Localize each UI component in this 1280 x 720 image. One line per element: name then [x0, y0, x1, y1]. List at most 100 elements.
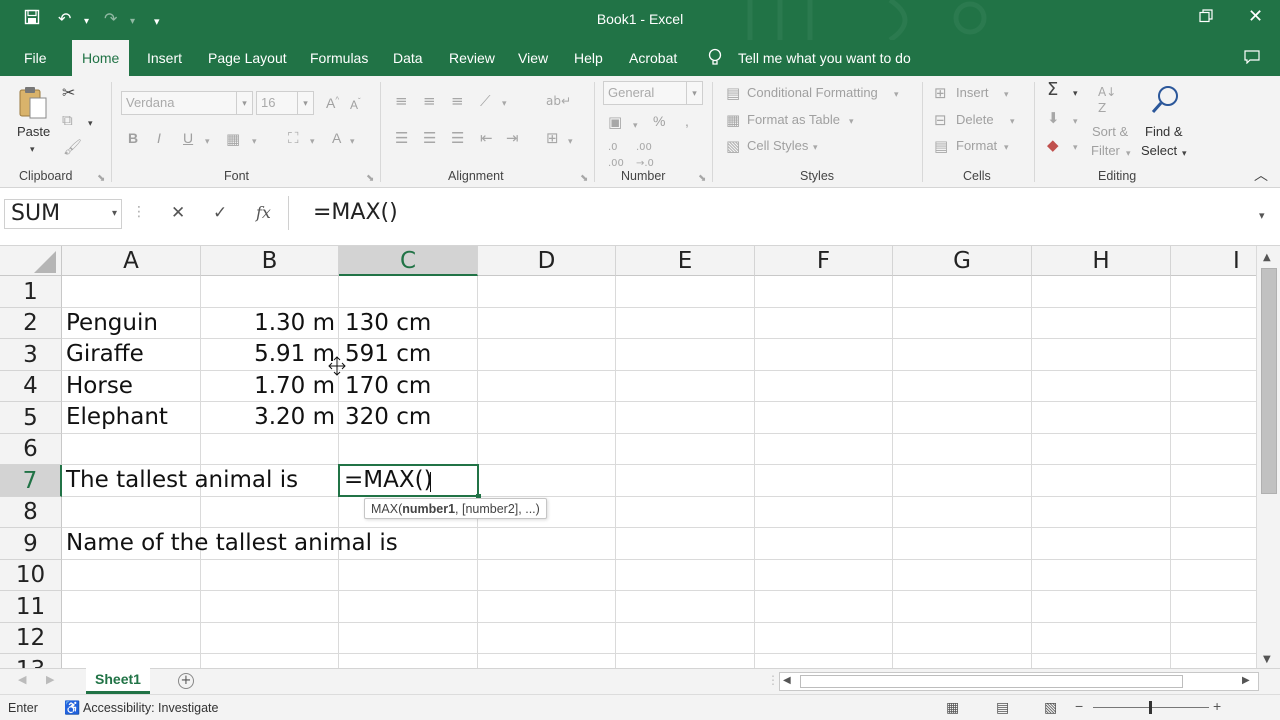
paste-dropdown-icon[interactable]: ▾ [30, 142, 35, 158]
italic-button[interactable]: I [157, 130, 161, 146]
underline-button[interactable]: U [183, 130, 193, 146]
comma-style-icon[interactable]: , [685, 113, 689, 129]
decrease-font-icon[interactable]: Aˇ [350, 97, 361, 112]
accessibility-status[interactable]: Accessibility: Investigate [83, 701, 218, 715]
expand-formula-icon[interactable]: ▾ [1259, 209, 1265, 222]
cell-b5[interactable]: 3.20 m [201, 402, 335, 433]
cell-a7[interactable]: The tallest animal is [66, 465, 298, 496]
chevron-down-icon[interactable]: ▾ [849, 114, 854, 130]
find-select-label-1[interactable]: Find & [1145, 124, 1183, 139]
align-top-icon[interactable]: ≡ [395, 93, 408, 109]
vertical-scrollbar[interactable]: ▲ ▼ [1256, 246, 1280, 668]
chevron-down-icon[interactable]: ▾ [1126, 146, 1131, 162]
merge-center-icon[interactable]: ⊞ [546, 130, 559, 146]
accounting-format-icon[interactable]: ▣ [608, 114, 622, 130]
vertical-scroll-thumb[interactable] [1261, 268, 1277, 494]
format-cells-button[interactable]: Format [956, 138, 997, 153]
tab-file[interactable]: File [24, 50, 47, 66]
worksheet-grid[interactable]: A B C D E F G H I 1 2 3 4 5 6 7 8 9 10 1… [0, 246, 1256, 668]
fill-dropdown-icon[interactable]: ▾ [1073, 114, 1078, 130]
cell-a3[interactable]: Giraffe [66, 339, 144, 370]
sheet-prev-icon[interactable]: ◀ [18, 673, 26, 686]
row-header-11[interactable]: 11 [0, 591, 62, 623]
zoom-in-icon[interactable]: + [1213, 698, 1221, 714]
align-right-icon[interactable]: ☰ [451, 130, 464, 146]
row-header-2[interactable]: 2 [0, 308, 62, 339]
zoom-slider-thumb[interactable] [1149, 701, 1152, 714]
enter-button[interactable]: ✓ [213, 203, 227, 223]
autosum-dropdown-icon[interactable]: ▾ [1073, 86, 1078, 102]
insert-cells-button[interactable]: Insert [956, 85, 989, 100]
decrease-indent-icon[interactable]: ⇤ [480, 130, 493, 146]
sort-filter-label-2[interactable]: Filter [1091, 143, 1120, 158]
paste-button[interactable]: Paste [17, 124, 50, 139]
font-color-icon[interactable]: A [332, 130, 341, 146]
number-format-combo[interactable]: General ▾ [603, 81, 703, 105]
borders-dropdown-icon[interactable]: ▾ [252, 134, 257, 150]
autosum-icon[interactable]: Σ [1047, 81, 1058, 99]
increase-font-icon[interactable]: A^ [326, 95, 339, 111]
row-header-12[interactable]: 12 [0, 623, 62, 654]
zoom-out-icon[interactable]: − [1075, 698, 1083, 714]
row-header-8[interactable]: 8 [0, 497, 62, 528]
chevron-down-icon[interactable]: ▾ [1004, 140, 1009, 156]
formula-input[interactable]: =MAX() [288, 196, 1276, 230]
font-launcher-icon[interactable]: ⬊ [366, 171, 374, 187]
cancel-button[interactable]: ✕ [171, 203, 185, 223]
column-header-h[interactable]: H [1032, 246, 1171, 276]
horizontal-scroll-thumb[interactable] [800, 675, 1183, 688]
collapse-ribbon-icon[interactable]: ︿ [1254, 168, 1268, 184]
font-color-dropdown-icon[interactable]: ▾ [350, 134, 355, 150]
wrap-text-icon[interactable]: ab↵ [546, 93, 571, 109]
column-header-e[interactable]: E [616, 246, 755, 276]
clear-icon[interactable]: ◆ [1047, 137, 1059, 153]
clipboard-launcher-icon[interactable]: ⬊ [97, 171, 105, 187]
row-header-6[interactable]: 6 [0, 434, 62, 465]
scroll-left-icon[interactable]: ◀ [783, 675, 791, 686]
column-header-g[interactable]: G [893, 246, 1032, 276]
tab-review[interactable]: Review [449, 50, 495, 66]
tab-home[interactable]: Home [72, 40, 130, 76]
accounting-dropdown-icon[interactable]: ▾ [633, 118, 638, 134]
column-header-i[interactable]: I [1171, 246, 1256, 276]
row-header-9[interactable]: 9 [0, 528, 62, 560]
row-header-5[interactable]: 5 [0, 402, 62, 434]
tell-me-search[interactable]: Tell me what you want to do [738, 50, 911, 66]
page-break-view-icon[interactable]: ▧ [1044, 699, 1057, 716]
cell-c7[interactable]: =MAX() [344, 465, 433, 496]
close-window-icon[interactable]: ✕ [1248, 6, 1263, 27]
increase-indent-icon[interactable]: ⇥ [506, 130, 519, 146]
copy-dropdown-icon[interactable]: ▾ [88, 116, 93, 132]
row-header-7[interactable]: 7 [0, 465, 62, 497]
orientation-dropdown-icon[interactable]: ▾ [502, 96, 507, 112]
cell-c3[interactable]: 591 cm [345, 339, 431, 370]
cell-a5[interactable]: Elephant [66, 402, 168, 433]
scroll-down-icon[interactable]: ▼ [1263, 654, 1271, 665]
clear-dropdown-icon[interactable]: ▾ [1073, 140, 1078, 156]
row-header-1[interactable]: 1 [0, 276, 62, 308]
paste-icon[interactable] [18, 86, 48, 124]
scroll-up-icon[interactable]: ▲ [1263, 252, 1271, 263]
select-all-button[interactable] [0, 246, 62, 276]
merge-dropdown-icon[interactable]: ▾ [568, 134, 573, 150]
align-center-icon[interactable]: ☰ [423, 130, 436, 146]
underline-dropdown-icon[interactable]: ▾ [205, 134, 210, 150]
cell-b4[interactable]: 1.70 m [201, 371, 335, 402]
cell-styles-button[interactable]: Cell Styles [747, 138, 808, 153]
cell-c5[interactable]: 320 cm [345, 402, 431, 433]
fill-icon[interactable]: ⬇ [1047, 110, 1060, 126]
row-header-10[interactable]: 10 [0, 560, 62, 591]
cell-b3[interactable]: 5.91 m [201, 339, 335, 370]
tab-acrobat[interactable]: Acrobat [629, 50, 677, 66]
increase-decimal-icon[interactable]: .0.00 [608, 140, 624, 172]
sort-filter-label-1[interactable]: Sort & [1092, 124, 1128, 139]
chevron-down-icon[interactable]: ▾ [894, 87, 899, 103]
normal-view-icon[interactable]: ▦ [946, 699, 959, 716]
cell-b2[interactable]: 1.30 m [201, 308, 335, 339]
column-header-f[interactable]: F [755, 246, 893, 276]
column-header-b[interactable]: B [201, 246, 339, 276]
cell-a2[interactable]: Penguin [66, 308, 158, 339]
cell-a4[interactable]: Horse [66, 371, 133, 402]
tab-view[interactable]: View [518, 50, 548, 66]
sheet-next-icon[interactable]: ▶ [46, 673, 54, 686]
